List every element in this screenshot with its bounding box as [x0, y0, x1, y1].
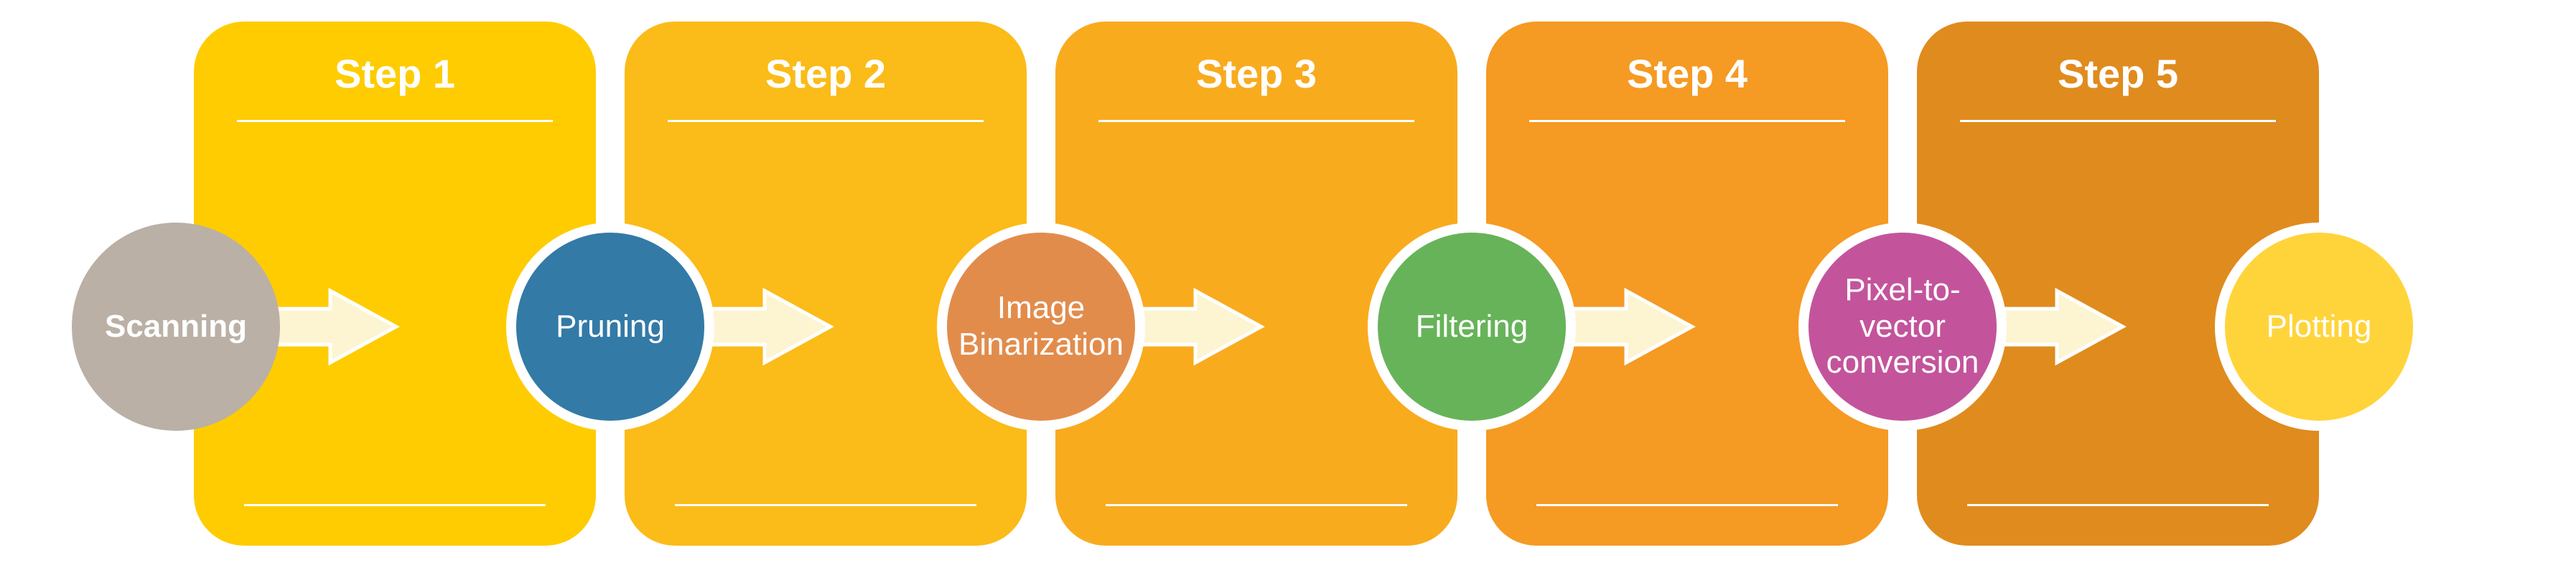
circle-label: Scanning — [105, 309, 247, 345]
circle-label: Pixel-to-vector conversion — [1823, 272, 1982, 381]
arrow-icon — [693, 273, 836, 381]
divider-bottom — [244, 504, 546, 506]
circle-step-3: Filtering — [1368, 223, 1576, 431]
arrow-icon — [1124, 273, 1267, 381]
divider-bottom — [1106, 504, 1407, 506]
circle-label: Plotting — [2267, 309, 2372, 345]
divider-bottom — [1967, 504, 2269, 506]
arrow-path — [1560, 291, 1691, 363]
circle-step-4: Pixel-to-vector conversion — [1798, 223, 2007, 431]
circle-step-1: Pruning — [506, 223, 714, 431]
arrow-icon — [1985, 273, 2129, 381]
arrow-icon — [258, 273, 402, 381]
step-title: Step 1 — [230, 50, 560, 97]
arrow-path — [1991, 291, 2122, 363]
step-title: Step 4 — [1522, 50, 1852, 97]
arrow-icon — [1554, 273, 1698, 381]
circle-start: Scanning — [72, 223, 280, 431]
circle-end: Plotting — [2215, 223, 2423, 431]
circle-label: Filtering — [1416, 309, 1529, 345]
divider-bottom — [675, 504, 976, 506]
step-title: Step 2 — [661, 50, 991, 97]
circle-label: Pruning — [556, 309, 665, 345]
step-title: Step 3 — [1091, 50, 1422, 97]
divider-top — [1098, 120, 1414, 122]
circle-label: Image Binarization — [958, 290, 1124, 363]
step-title: Step 5 — [1953, 50, 2283, 97]
arrow-path — [264, 291, 396, 363]
divider-bottom — [1536, 504, 1838, 506]
divider-top — [668, 120, 984, 122]
arrow-path — [699, 291, 830, 363]
divider-top — [1960, 120, 2276, 122]
divider-top — [1529, 120, 1845, 122]
divider-top — [237, 120, 553, 122]
process-diagram: Step 1 Step 2 Step 3 Step 4 Step 5 — [0, 0, 2576, 583]
circle-step-2: Image Binarization — [937, 223, 1145, 431]
arrow-path — [1129, 291, 1261, 363]
